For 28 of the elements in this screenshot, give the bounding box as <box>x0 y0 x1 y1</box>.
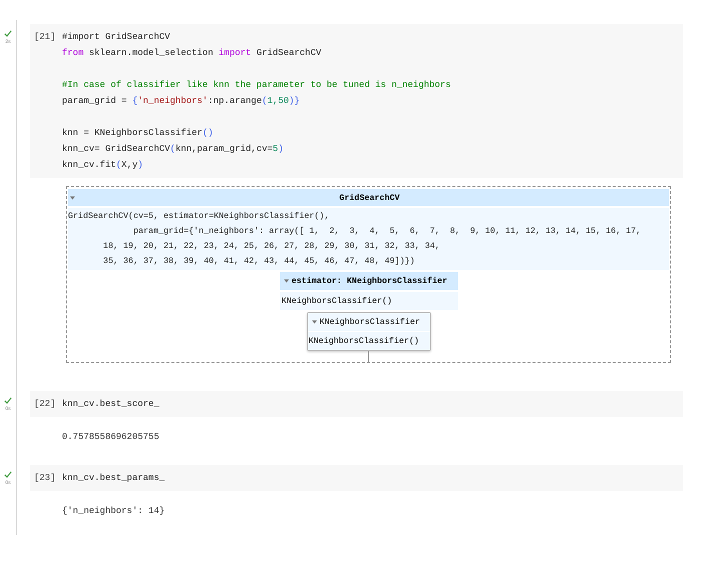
estimator-title: KNeighborsClassifier <box>320 317 420 327</box>
caret-icon[interactable] <box>284 279 288 283</box>
code-line: knn_cv.best_score_ <box>62 398 160 411</box>
estimator-repr: GridSearchCV(cv=5, estimator=KNeighborsClassifier(), param_grid={'n_neighbors': array([ 1, 2, 3, 4, 5, 6, 7, 8, 9, 10, 11, 12, 13, 14, 15, 16, 17, 18, 19, 20, 21, 22, 23, 24, 25, 26, 27, 28, 29, 30, 31, 32, 33, 34, 35, 36, 37, 38, 39, 40, 41, 42, 43, 44, 45, 46, 47, 48, 49])}) <box>68 208 669 270</box>
parameter-value: KNeighborsClassifier() <box>280 292 458 310</box>
code-line: knn_cv.fit(X,y) <box>62 159 144 172</box>
output-text: 0.7578558696205755 <box>62 431 160 443</box>
estimator-title: GridSearchCV <box>338 192 401 202</box>
code-line: #import GridSearchCV <box>62 31 172 44</box>
code-line: knn_cv= GridSearchCV(knn,param_grid,cv=5) <box>62 143 284 156</box>
estimator-repr: KNeighborsClassifier() <box>308 332 430 350</box>
execution-count: [21] <box>34 31 57 44</box>
code-cell[interactable]: [22] knn_cv.best_score_ <box>30 391 683 417</box>
parameter-title: estimator: KNeighborsClassifier <box>292 276 448 286</box>
execution-count: [23] <box>34 472 57 485</box>
caret-icon[interactable] <box>70 196 75 200</box>
execution-count: [22] <box>34 398 57 411</box>
code-line: param_grid = {'n_neighbors':np.arange(1,50)} <box>62 95 301 108</box>
code-line: knn_cv.best_params_ <box>62 472 165 485</box>
caret-icon[interactable] <box>312 320 316 324</box>
output-text: {'n_neighbors': 14} <box>62 505 166 517</box>
code-line: from sklearn.model_selection import GridSearchCV <box>62 47 322 60</box>
code-line: knn = KNeighborsClassifier() <box>62 127 214 140</box>
code-line: #In case of classifier like knn the parameter to be tuned is n_neighbors <box>62 79 451 92</box>
estimator-header[interactable]: GridSearchCV <box>68 189 669 206</box>
code-cell[interactable]: [23] knn_cv.best_params_ <box>30 465 683 491</box>
estimator-header[interactable]: KNeighborsClassifier <box>308 313 430 331</box>
parameter-header[interactable]: estimator: KNeighborsClassifier <box>280 272 458 290</box>
